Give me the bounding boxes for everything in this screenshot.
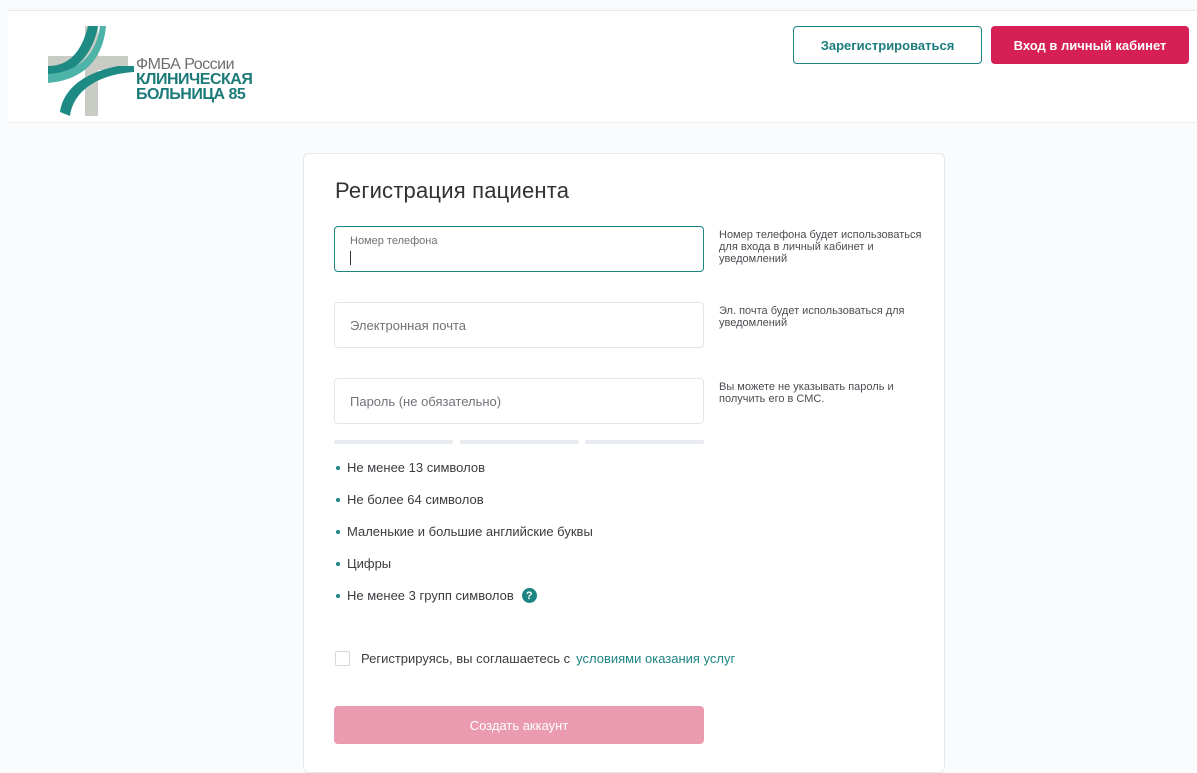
logo-text-line3: БОЛЬНИЦА 85: [136, 86, 246, 103]
agreement-row: Регистрируясь, вы соглашаетесь с условия…: [335, 651, 735, 666]
bullet-icon: [336, 465, 340, 470]
bullet-icon: [336, 497, 340, 502]
password-placeholder: Пароль (не обязательно): [350, 394, 502, 409]
help-icon[interactable]: ?: [521, 588, 537, 603]
create-account-button[interactable]: Создать аккаунт: [334, 706, 704, 744]
logo-text-line2: КЛИНИЧЕСКАЯ: [136, 71, 253, 88]
requirement-item: Не менее 13 символов: [335, 460, 485, 475]
bullet-icon: [336, 561, 340, 566]
requirement-item: Не менее 3 групп символов ?: [335, 588, 537, 603]
register-button[interactable]: Зарегистрироваться: [793, 26, 982, 64]
requirement-item: Цифры: [335, 556, 391, 571]
site-header: ФМБА России КЛИНИЧЕСКАЯ БОЛЬНИЦА 85 Заре…: [8, 11, 1197, 123]
password-strength-segment: [460, 440, 579, 444]
email-field[interactable]: Электронная почта: [334, 302, 704, 348]
email-hint: Эл. почта будет использоваться для уведо…: [719, 305, 905, 329]
phone-field-label: Номер телефона: [350, 235, 438, 247]
bullet-icon: [336, 529, 340, 534]
phone-hint: Номер телефона будет использоваться для …: [719, 229, 922, 265]
password-strength-segment: [334, 440, 453, 444]
phone-field[interactable]: Номер телефона: [334, 226, 704, 272]
page-title: Регистрация пациента: [335, 178, 570, 203]
password-field[interactable]: Пароль (не обязательно): [334, 378, 704, 424]
agreement-checkbox[interactable]: [335, 651, 350, 666]
hospital-logo[interactable]: ФМБА России КЛИНИЧЕСКАЯ БОЛЬНИЦА 85: [48, 26, 278, 116]
password-strength-segment: [585, 440, 704, 444]
password-hint: Вы можете не указывать пароль и получить…: [719, 381, 894, 405]
requirement-item: Маленькие и большие английские буквы: [335, 524, 593, 539]
text-caret: [350, 251, 351, 265]
agreement-text: Регистрируясь, вы соглашаетесь с: [361, 651, 571, 666]
requirement-item: Не более 64 символов: [335, 492, 484, 507]
bullet-icon: [336, 593, 340, 598]
login-button[interactable]: Вход в личный кабинет: [991, 26, 1189, 64]
terms-link[interactable]: условиями оказания услуг: [576, 651, 735, 666]
email-placeholder: Электронная почта: [350, 318, 467, 333]
logo-cross-icon: [48, 26, 134, 116]
